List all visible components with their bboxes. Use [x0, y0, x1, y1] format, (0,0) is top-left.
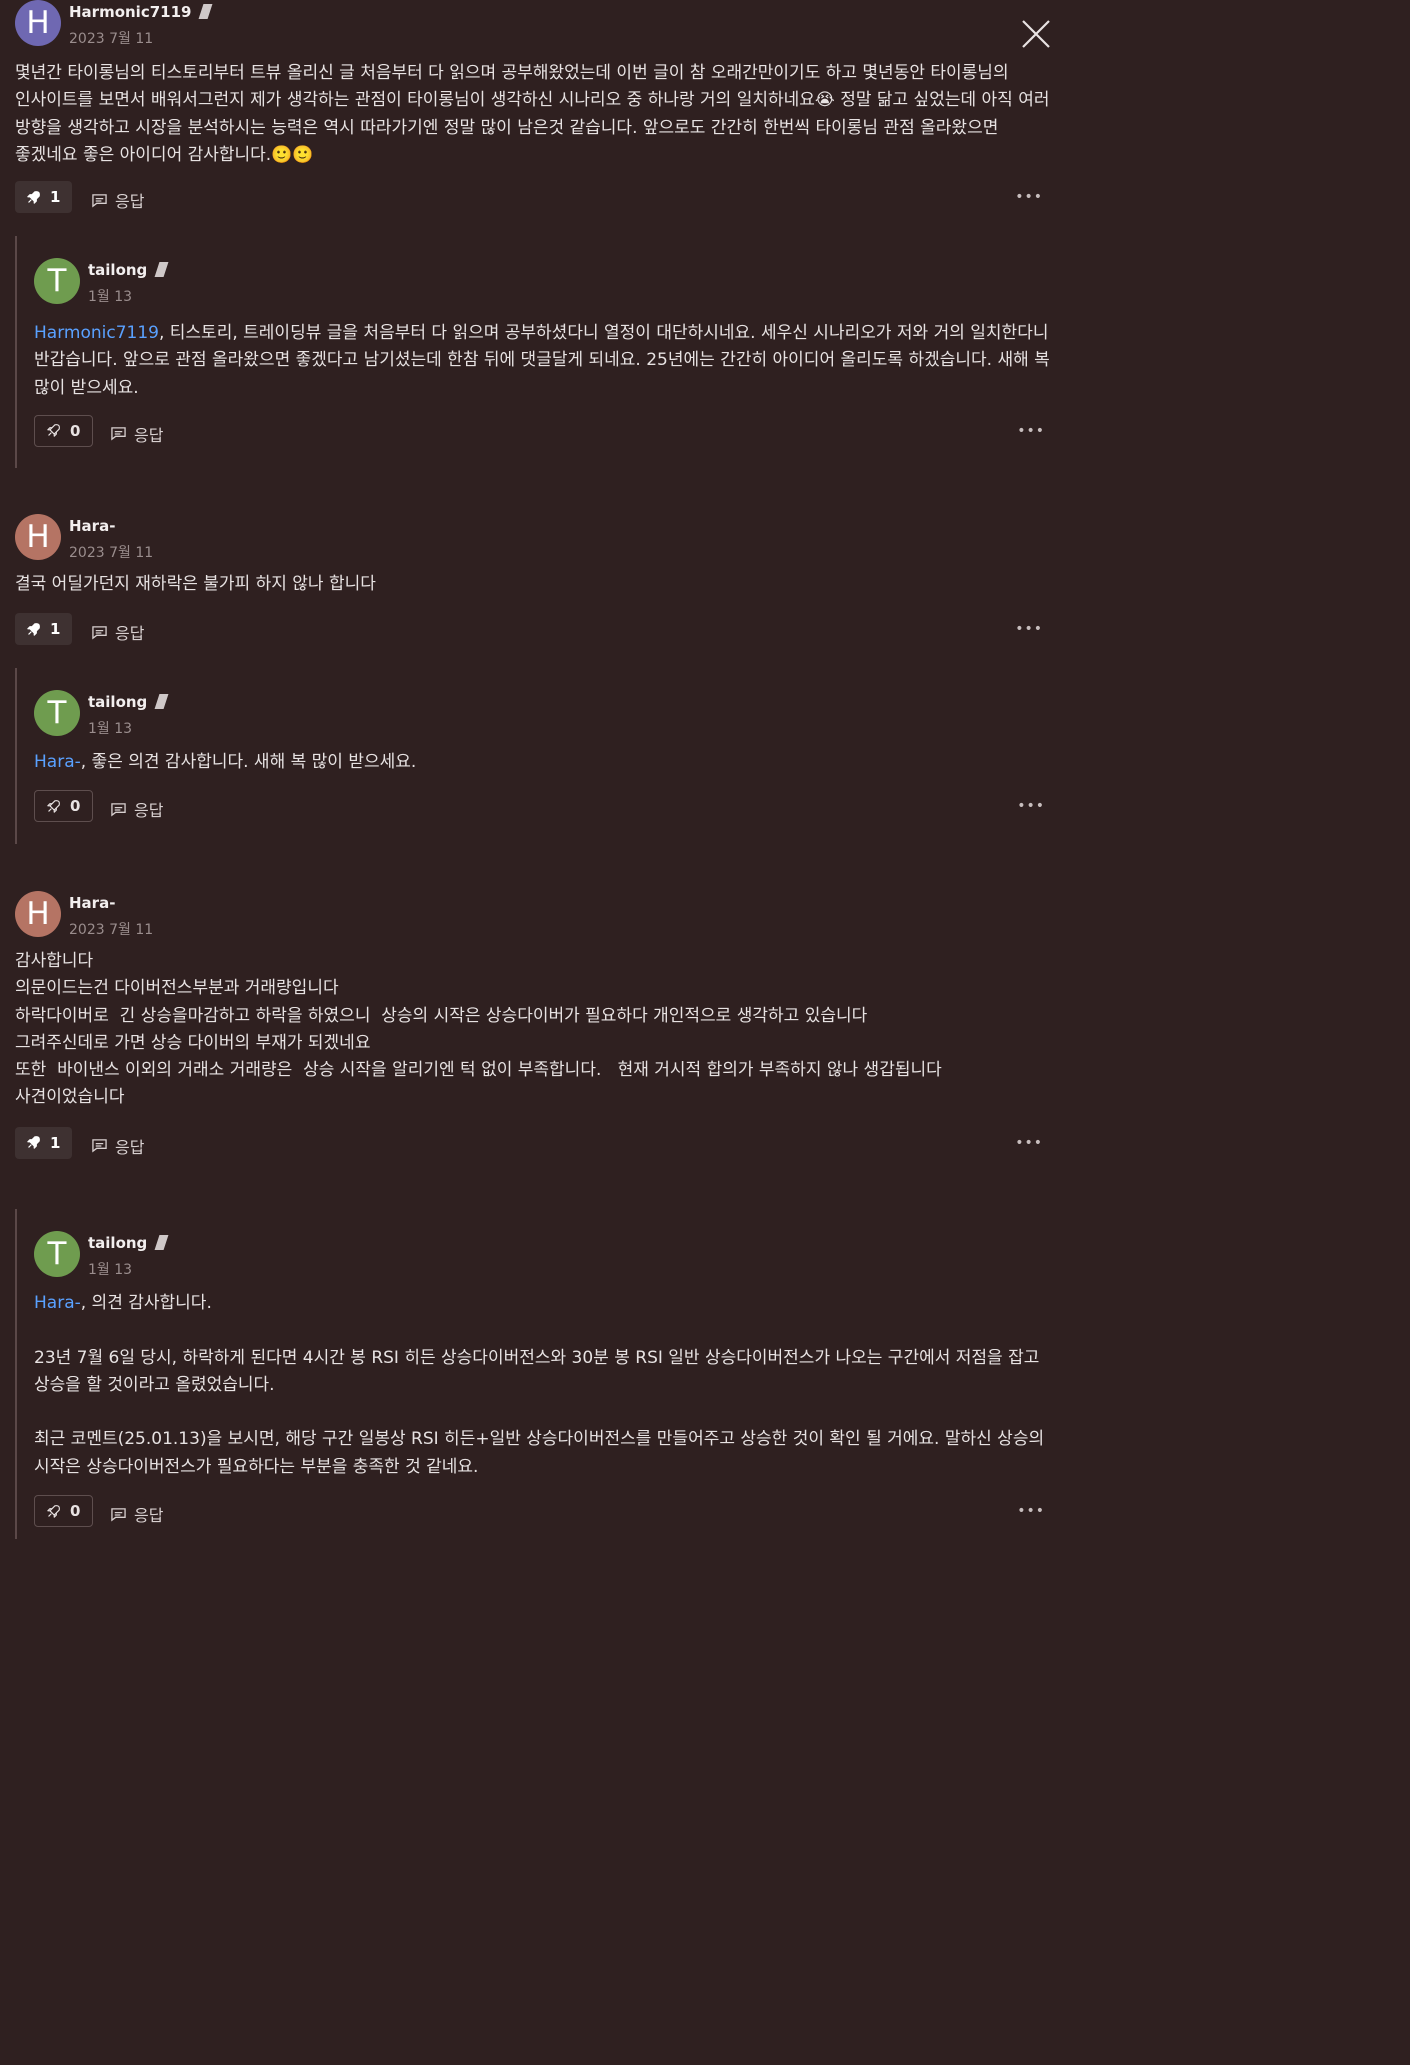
author-name[interactable]: tailong	[88, 693, 169, 711]
comment-date: 1월 13	[88, 1262, 133, 1278]
more-options-icon[interactable]: •••	[1015, 1135, 1043, 1151]
speech-bubble-icon	[111, 803, 126, 817]
rocket-icon	[27, 190, 40, 204]
reply-thread: T tailong 1월 13 Harmonic7119, 티스토리, 트레이딩…	[15, 236, 1057, 468]
comment-date: 1월 13	[88, 289, 133, 305]
rocket-icon	[47, 799, 60, 813]
rocket-icon	[27, 622, 40, 636]
reply-label: 응답	[134, 425, 164, 445]
reply-label: 응답	[134, 801, 164, 821]
reply-body: Hara-, 좋은 의견 감사합니다. 새해 복 많이 받으세요.	[34, 752, 417, 772]
boost-count: 1	[50, 1133, 61, 1152]
avatar[interactable]: T	[34, 1231, 80, 1277]
reply-button[interactable]: 응답	[91, 188, 144, 212]
comment: H Hara- 2023 7월 11 감사합니다 의문이드는건 다이버전스부분과…	[15, 891, 1055, 1161]
author-name[interactable]: tailong	[88, 261, 169, 279]
comment-body: 결국 어딜가던지 재하락은 불가피 하지 않나 합니다	[15, 574, 376, 594]
speech-bubble-icon	[111, 1507, 126, 1522]
boost-button[interactable]: 1	[15, 181, 73, 214]
boost-button[interactable]: 0	[34, 790, 94, 823]
rocket-icon	[27, 1136, 40, 1150]
reply-label: 응답	[134, 1506, 164, 1526]
comment-date: 2023 7월 11	[69, 31, 154, 47]
comment-body: 몇년간 타이롱님의 티스토리부터 트뷰 올리신 글 처음부터 다 읽으며 공부해…	[15, 63, 1055, 165]
reply-button[interactable]: 응답	[110, 422, 163, 446]
speech-bubble-icon	[92, 1139, 107, 1153]
author-badge-icon	[154, 262, 169, 277]
author-badge-icon	[154, 1235, 169, 1250]
reply-body: Hara-, 의견 감사합니다. 23년 7월 6일 당시, 하락하게 된다면 …	[34, 1293, 1045, 1477]
boost-button[interactable]: 1	[15, 613, 73, 646]
author-name[interactable]: Harmonic7119	[69, 3, 213, 21]
reply-body: Harmonic7119, 티스토리, 트레이딩뷰 글을 처음부터 다 읽으며 …	[34, 323, 1056, 398]
boost-count: 0	[70, 1502, 81, 1521]
rocket-icon	[47, 424, 60, 438]
mention-link[interactable]: Harmonic7119	[34, 323, 159, 343]
boost-count: 1	[50, 188, 61, 207]
avatar[interactable]: H	[15, 0, 61, 46]
avatar[interactable]: T	[34, 258, 80, 304]
speech-bubble-icon	[111, 427, 126, 441]
mention-link[interactable]: Hara-	[34, 752, 81, 772]
reply-button[interactable]: 응답	[110, 1502, 163, 1526]
author-name[interactable]: tailong	[88, 1234, 169, 1252]
comment-date: 2023 7월 11	[69, 922, 154, 938]
comment-date: 1월 13	[88, 721, 133, 737]
avatar[interactable]: H	[15, 514, 61, 560]
comment: H Harmonic7119 2023 7월 11 몇년간 타이롱님의 티스토리…	[15, 0, 1055, 215]
reply-label: 응답	[115, 192, 145, 212]
speech-bubble-icon	[92, 193, 107, 208]
reply-button[interactable]: 응답	[110, 797, 163, 821]
reply-label: 응답	[115, 624, 145, 644]
reply-button[interactable]: 응답	[91, 1134, 144, 1158]
boost-count: 0	[70, 797, 81, 816]
more-options-icon[interactable]: •••	[1015, 621, 1043, 637]
more-options-icon[interactable]: •••	[1017, 423, 1045, 439]
speech-bubble-icon	[92, 626, 107, 640]
author-badge-icon	[154, 694, 169, 709]
comment: H Hara- 2023 7월 11 결국 어딜가던지 재하락은 불가피 하지 …	[15, 514, 1055, 647]
boost-button[interactable]: 0	[34, 414, 94, 447]
boost-count: 0	[70, 421, 81, 440]
comment-body: 감사합니다 의문이드는건 다이버전스부분과 거래량입니다 하락다이버로 긴 상승…	[15, 951, 942, 1108]
boost-button[interactable]: 0	[34, 1495, 94, 1528]
comment-date: 2023 7월 11	[69, 545, 154, 561]
avatar[interactable]: H	[15, 891, 61, 937]
more-options-icon[interactable]: •••	[1017, 1503, 1045, 1519]
reply-label: 응답	[115, 1137, 145, 1157]
author-badge-icon	[199, 4, 213, 19]
rocket-icon	[47, 1504, 60, 1518]
avatar[interactable]: T	[34, 690, 80, 736]
reply-thread: T tailong 1월 13 Hara-, 의견 감사합니다. 23년 7월 …	[15, 1209, 1057, 1539]
author-name[interactable]: Hara-	[69, 517, 115, 535]
boost-count: 1	[50, 620, 61, 639]
mention-link[interactable]: Hara-	[34, 1293, 81, 1313]
author-name[interactable]: Hara-	[69, 894, 115, 912]
more-options-icon[interactable]: •••	[1015, 189, 1043, 205]
reply-thread: T tailong 1월 13 Hara-, 좋은 의견 감사합니다. 새해 복…	[15, 668, 1057, 844]
boost-button[interactable]: 1	[15, 1126, 73, 1159]
more-options-icon[interactable]: •••	[1017, 798, 1045, 814]
reply-button[interactable]: 응답	[91, 620, 144, 644]
